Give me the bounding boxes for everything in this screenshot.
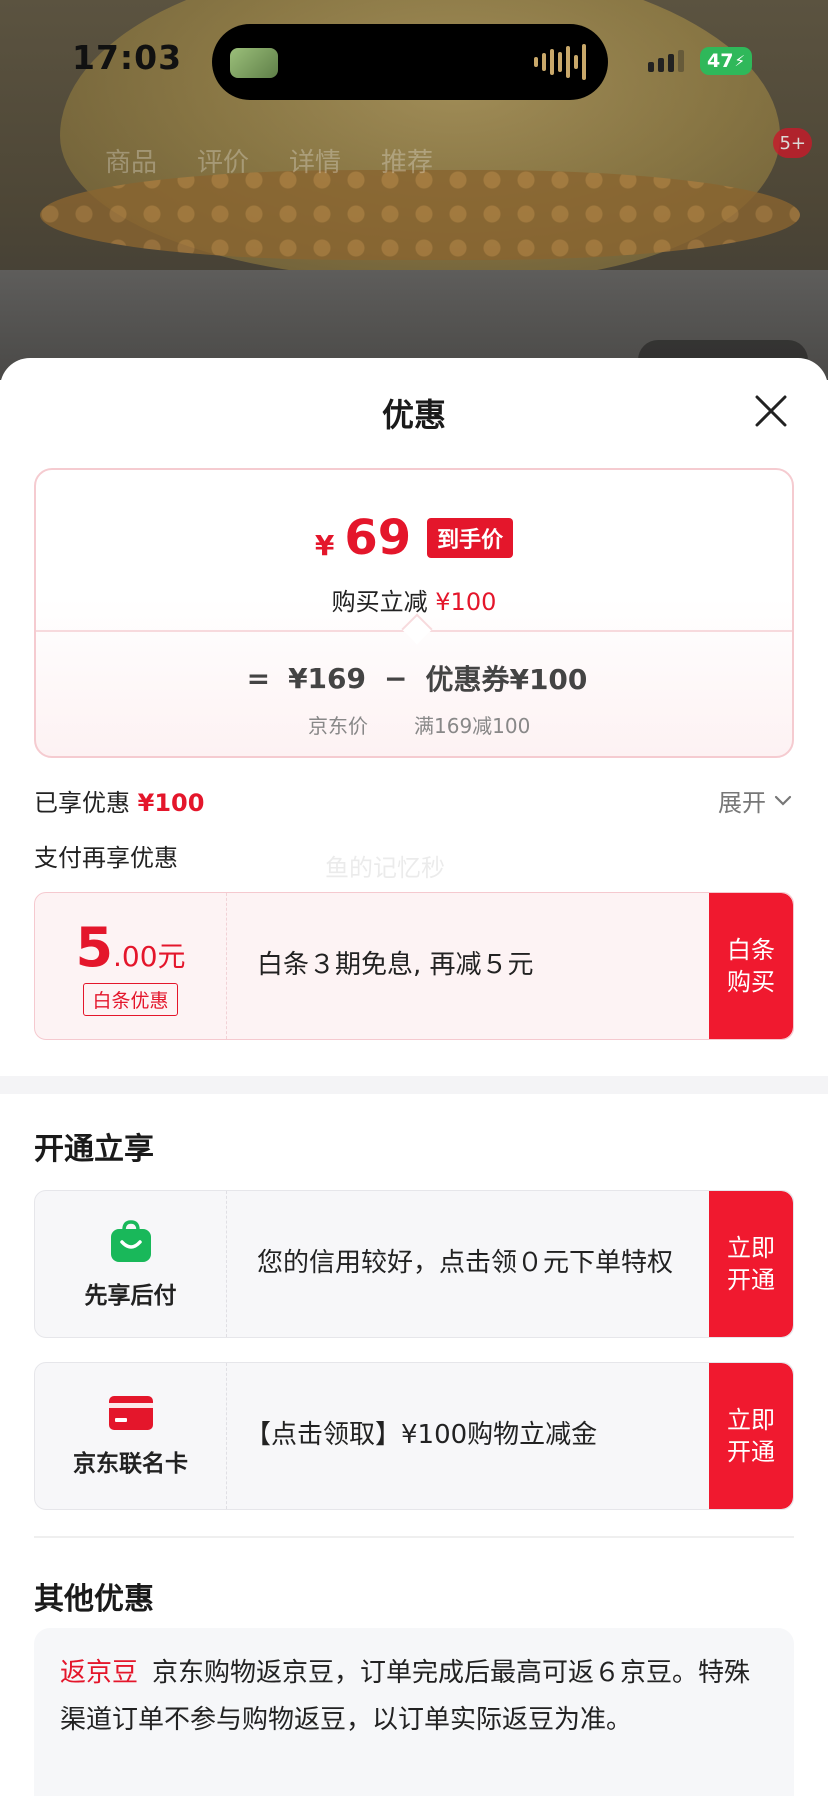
pay-later-label: 先享后付 (84, 1283, 177, 1309)
pay-later-icon-area: 先享后付 (35, 1191, 227, 1337)
co-brand-icon-area: 京东联名卡 (35, 1363, 227, 1509)
close-icon[interactable] (754, 394, 788, 428)
other-section-title: 其他优惠 (34, 1582, 154, 1617)
section-separator (0, 1076, 828, 1094)
pay-later-desc: 您的信用较好，点击领０元下单特权 (257, 1248, 674, 1279)
dynamic-island (212, 24, 608, 100)
jingdou-rebate-box: 返京豆 京东购物返京豆，订单完成后最高可返６京豆。特殊渠道订单不参与购物返豆，以订… (34, 1628, 794, 1796)
divider (34, 1536, 794, 1538)
final-price-tag: 到手价 (427, 518, 514, 558)
co-brand-open-button[interactable]: 立即 开通 (709, 1363, 793, 1509)
baitiao-amount-area: 5 .00元 白条优惠 (35, 893, 227, 1039)
coupon-condition-label: 满169减100 (414, 714, 531, 738)
chevron-down-icon (774, 795, 792, 806)
battery-level: 47 (707, 50, 734, 72)
reduce-line: 购买立减 ¥100 (36, 582, 792, 617)
co-brand-desc: 【点击领取】¥100购物立减金 (245, 1420, 598, 1451)
jd-price-label: 京东价 (308, 714, 368, 738)
status-time: 17:03 (72, 38, 183, 77)
baitiao-tag: 白条优惠 (83, 983, 178, 1016)
co-brand-label: 京东联名卡 (73, 1451, 188, 1477)
currency-symbol: ¥ (314, 528, 335, 562)
now-playing-thumbnail (230, 48, 278, 78)
expand-label: 展开 (718, 789, 766, 817)
reduce-label: 购买立减 (331, 588, 428, 616)
pay-later-open-button[interactable]: 立即 开通 (709, 1191, 793, 1337)
price-breakdown-card: ¥ 69 到手价 购买立减 ¥100 = ¥169 − 优惠券¥100 京东价 … (34, 468, 794, 758)
baitiao-amount-dec: .00元 (113, 940, 186, 973)
baitiao-coupon: 5 .00元 白条优惠 白条３期免息, 再减５元 白条 购买 (34, 892, 794, 1040)
background-tab: 评价 (197, 147, 250, 178)
co-brand-card: 京东联名卡 【点击领取】¥100购物立减金 立即 开通 (34, 1362, 794, 1510)
background-tab-bar: 商品 评价 详情 推荐 (0, 130, 828, 190)
watermark: 鱼的记忆秒 (325, 854, 445, 882)
pay-more-title: 支付再享优惠 (34, 844, 178, 872)
pay-later-card: 先享后付 您的信用较好，点击领０元下单特权 立即 开通 (34, 1190, 794, 1338)
enjoyed-discount: 已享优惠 ¥100 (34, 783, 204, 818)
cellular-signal-icon (648, 50, 684, 72)
shopping-bag-icon (110, 1220, 151, 1262)
audio-wave-icon (534, 44, 586, 80)
cart-badge: 5+ (773, 128, 812, 158)
enjoyed-amount: ¥100 (137, 789, 205, 817)
open-section-title: 开通立享 (34, 1132, 154, 1167)
credit-card-icon (108, 1396, 153, 1430)
background-tab: 详情 (289, 147, 342, 178)
equals-sign: = (246, 661, 271, 695)
sheet-title: 优惠 (381, 396, 446, 434)
minus-sign: − (384, 661, 408, 695)
baitiao-amount-int: 5 (75, 916, 114, 979)
jd-price: ¥169 (288, 661, 366, 695)
background-tab: 推荐 (381, 147, 434, 178)
enjoyed-label: 已享优惠 (34, 789, 130, 817)
baitiao-buy-button[interactable]: 白条 购买 (709, 893, 793, 1039)
price-formula: = ¥169 − 优惠券¥100 (36, 658, 792, 698)
baitiao-desc: 白条３期免息, 再减５元 (257, 950, 534, 981)
discount-sheet: 优惠 ¥ 69 到手价 购买立减 ¥100 = ¥169 − 优惠券¥100 京… (0, 358, 828, 1796)
baitiao-amount: 5 .00元 (75, 916, 185, 979)
coupon-amount: 优惠券¥100 (425, 663, 588, 696)
jingdou-desc: 京东购物返京豆，订单完成后最高可返６京豆。特殊渠道订单不参与购物返豆，以订单实际… (60, 1658, 751, 1735)
reduce-amount: ¥100 (435, 588, 497, 616)
expand-button[interactable]: 展开 (718, 783, 792, 818)
jingdou-tag: 返京豆 (60, 1658, 139, 1688)
background-tab: 商品 (105, 147, 158, 178)
battery-icon: 47 ⚡ (700, 47, 752, 75)
final-price-row: ¥ 69 到手价 (36, 510, 792, 566)
card-notch (401, 613, 433, 645)
final-price: 69 (344, 510, 412, 566)
